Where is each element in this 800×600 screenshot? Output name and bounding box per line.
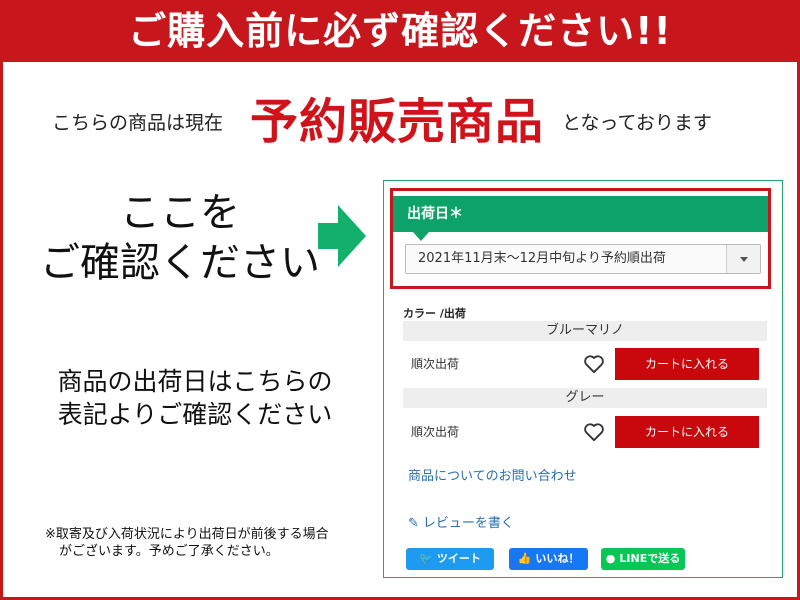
variant-status: 順次出荷 bbox=[411, 357, 460, 371]
variant-status: 順次出荷 bbox=[411, 425, 460, 439]
product-option-panel: 出荷日＊ 2021年11月末～12月中旬より予約順出荷 カラー /出荷 ブルーマ… bbox=[383, 180, 783, 578]
heart-icon[interactable] bbox=[583, 422, 605, 442]
like-label: いいね！ bbox=[535, 552, 580, 565]
ship-date-select[interactable]: 2021年11月末～12月中旬より予約順出荷 bbox=[405, 244, 761, 274]
preorder-emphasis: 予約販売商品 bbox=[250, 94, 545, 150]
tweet-button[interactable]: 🐦 ツイート bbox=[406, 548, 494, 570]
notice-prefix: こちらの商品は現在 bbox=[52, 112, 224, 134]
add-to-cart-button[interactable]: カートに入れる bbox=[615, 348, 759, 380]
date-note-line-2: 表記よりご確認ください bbox=[57, 400, 333, 429]
ship-date-highlight: 出荷日＊ 2021年11月末～12月中旬より予約順出荷 bbox=[390, 188, 771, 289]
ship-date-header: 出荷日＊ bbox=[393, 196, 768, 241]
arrow-right-icon bbox=[318, 205, 366, 267]
write-review-link[interactable]: ✎ レビューを書く bbox=[408, 512, 514, 531]
line-label: LINEで送る bbox=[619, 552, 681, 565]
callout-line-1: ここを bbox=[120, 190, 240, 236]
ship-date-value: 2021年11月末～12月中旬より予約順出荷 bbox=[418, 251, 666, 266]
twitter-bird-icon: 🐦 bbox=[419, 552, 433, 565]
check-here-callout: ここを ご確認ください bbox=[30, 188, 330, 288]
footnote: ※取寄及び入荷状況により出荷日が前後する場合 がございます。予めご了承ください。 bbox=[45, 526, 365, 560]
date-note-line-1: 商品の出荷日はこちらの bbox=[57, 367, 333, 396]
variant-row: 順次出荷 カートに入れる bbox=[403, 348, 767, 382]
line-chat-icon: ● bbox=[605, 552, 616, 565]
variant-color-header: ブルーマリノ bbox=[403, 321, 767, 341]
write-review-label: レビューを書く bbox=[422, 516, 514, 531]
thumbs-up-icon: 👍 bbox=[517, 552, 532, 565]
warning-banner: ご購入前に必ず確認ください!! bbox=[0, 0, 800, 62]
variant-color-header: グレー bbox=[403, 388, 767, 408]
footnote-line-1: ※取寄及び入荷状況により出荷日が前後する場合 bbox=[45, 527, 329, 542]
callout-line-2: ご確認ください bbox=[40, 240, 320, 286]
facebook-like-button[interactable]: 👍 いいね！ bbox=[509, 548, 588, 570]
ship-date-note: 商品の出荷日はこちらの 表記よりご確認ください bbox=[30, 365, 360, 431]
tweet-label: ツイート bbox=[436, 552, 481, 565]
preorder-notice: こちらの商品は現在 予約販売商品 となっております bbox=[0, 78, 800, 158]
color-ship-label: カラー /出荷 bbox=[403, 307, 466, 320]
heart-icon[interactable] bbox=[583, 354, 605, 374]
add-to-cart-button[interactable]: カートに入れる bbox=[615, 416, 759, 448]
line-share-button[interactable]: ● LINEで送る bbox=[601, 548, 685, 570]
chevron-down-icon[interactable] bbox=[726, 245, 760, 273]
product-inquiry-link[interactable]: 商品についてのお問い合わせ bbox=[408, 465, 577, 484]
pencil-icon: ✎ bbox=[408, 516, 419, 531]
variant-row: 順次出荷 カートに入れる bbox=[403, 416, 767, 450]
footnote-line-2: がございます。予めご了承ください。 bbox=[59, 544, 279, 559]
notice-suffix: となっております bbox=[562, 112, 712, 134]
